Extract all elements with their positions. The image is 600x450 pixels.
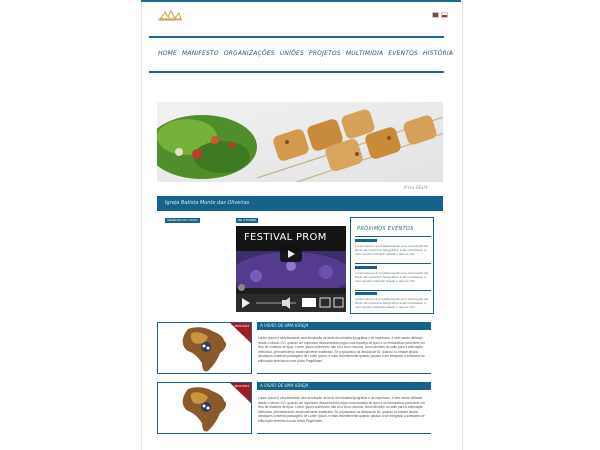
portuguese-flag-icon[interactable]	[432, 12, 439, 18]
africa-map-image	[182, 323, 251, 372]
events-title: PRÓXIMOS EVENTOS	[357, 226, 414, 232]
nav-item-historia[interactable]: HISTÓRIA	[423, 50, 453, 57]
nav-item-manifesto[interactable]: MANIFESTO	[182, 50, 219, 57]
nav-item-projetos[interactable]: PROJETOS	[309, 50, 341, 57]
article-body: Lorem Ipsum é simplesmente uma simulação…	[258, 396, 425, 423]
section-label-video: DE O PADRE	[236, 218, 259, 223]
fullscreen-icon[interactable]	[333, 297, 344, 308]
language-flags	[432, 12, 448, 18]
events-rule	[355, 236, 431, 237]
hero-caption: Frei Hart	[404, 185, 428, 191]
church-banner: Igreja Batista Monte das Oliveiras	[157, 196, 443, 211]
article-rule	[257, 373, 431, 374]
video-player[interactable]: FESTIVAL PROM	[236, 226, 346, 312]
cc-icon[interactable]	[302, 298, 316, 307]
volume-icon[interactable]	[282, 297, 290, 309]
event-text-3[interactable]: Lorem Ipsum é simplesmente uma simulação…	[355, 297, 430, 309]
top-border	[141, 0, 461, 2]
article-date: 28/11/2013	[234, 324, 249, 328]
event-tag	[355, 266, 377, 269]
nav-item-eventos[interactable]: EVENTOS	[388, 50, 418, 57]
nav-item-multimidia[interactable]: MULTIMÍDIA	[346, 50, 383, 57]
nav-top-rule	[149, 36, 444, 38]
video-title: FESTIVAL PROM	[244, 232, 327, 243]
section-label-left: SEMENTE DO CULTO	[165, 218, 200, 223]
event-divider	[355, 263, 431, 264]
article-body: Lorem Ipsum é simplesmente uma simulação…	[258, 336, 425, 363]
event-text-2[interactable]: Lorem Ipsum é simplesmente uma simulação…	[355, 271, 430, 283]
article-image[interactable]: 28/11/2013	[157, 382, 252, 434]
article-title[interactable]: A VISÃO DE UMA IGREJA	[257, 382, 431, 390]
czech-flag-icon[interactable]	[441, 12, 448, 18]
event-tag	[355, 292, 377, 295]
article-title[interactable]: A VISÃO DE UMA IGREJA	[257, 322, 431, 330]
nav-bottom-rule	[149, 71, 444, 73]
play-icon	[288, 250, 295, 258]
events-panel: PRÓXIMOS EVENTOS Lorem Ipsum é simplesme…	[350, 217, 434, 314]
nav-item-unioes[interactable]: UNIÕES	[280, 50, 304, 57]
play-control-icon[interactable]	[242, 298, 250, 308]
africa-map-image	[182, 383, 251, 432]
nav-item-organizacoes[interactable]: ORGANIZAÇÕES	[224, 50, 275, 57]
share-icon[interactable]	[238, 284, 245, 291]
logo-text: IDATO	[158, 18, 176, 23]
event-tag	[355, 239, 377, 242]
article-image[interactable]: 28/11/2013	[157, 322, 252, 374]
event-text-1[interactable]: Lorem Ipsum é simplesmente uma simulação…	[355, 244, 430, 256]
play-button[interactable]	[280, 246, 302, 262]
hero-image	[157, 102, 443, 182]
event-divider	[355, 290, 431, 291]
main-nav: HOME MANIFESTO ORGANIZAÇÕES UNIÕES PROJE…	[158, 50, 453, 57]
settings-icon[interactable]	[319, 297, 331, 308]
article-rule	[257, 433, 431, 434]
video-controls	[236, 294, 346, 312]
nav-item-home[interactable]: HOME	[158, 50, 177, 57]
article-date: 28/11/2013	[234, 384, 249, 388]
